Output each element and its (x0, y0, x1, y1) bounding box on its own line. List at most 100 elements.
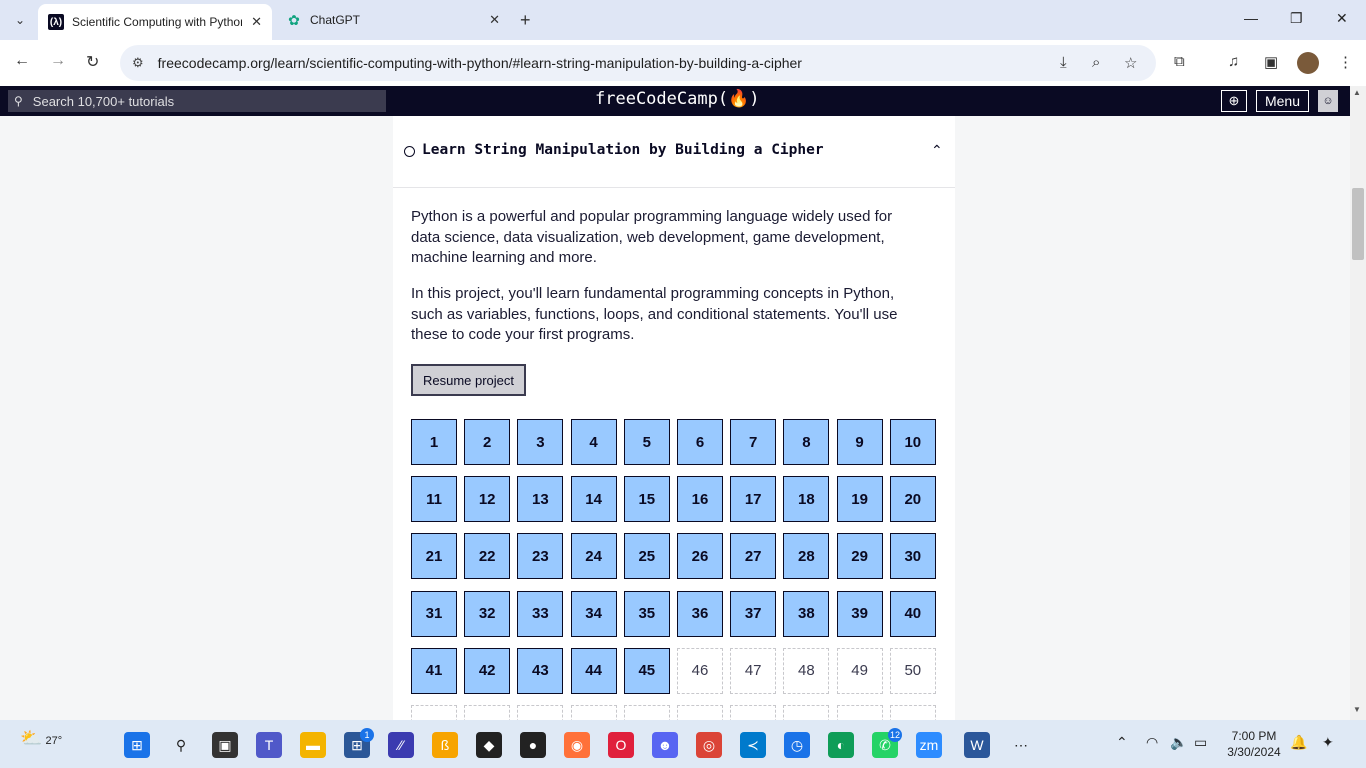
block-header[interactable]: Learn String Manipulation by Building a … (393, 116, 955, 188)
step-button[interactable]: 4 (570, 419, 617, 465)
vscode-icon[interactable]: ≺ (740, 732, 766, 758)
collapse-caret-icon[interactable]: ⌃ (931, 142, 943, 159)
start-windows-icon[interactable]: ⊞ (124, 732, 150, 758)
github-icon[interactable]: ● (520, 732, 546, 758)
step-button-offscreen[interactable] (464, 705, 511, 720)
volume-icon[interactable]: 🔈 (1170, 734, 1187, 751)
step-button[interactable]: 18 (783, 476, 830, 523)
step-button[interactable]: 16 (677, 476, 723, 523)
back-icon[interactable]: ← (14, 52, 30, 70)
step-button[interactable]: 38 (783, 590, 830, 637)
step-button[interactable]: 29 (836, 533, 883, 580)
step-button[interactable]: 26 (677, 533, 723, 580)
forward-icon[interactable]: → (50, 52, 66, 70)
step-button-offscreen[interactable] (889, 705, 936, 720)
step-button[interactable]: 23 (517, 533, 564, 580)
scroll-down-icon[interactable]: ▼ (1353, 705, 1361, 714)
search-input[interactable]: ⚲ Search 10,700+ tutorials (8, 90, 386, 112)
discord-icon[interactable]: ☻ (652, 732, 678, 758)
browser-menu-icon[interactable]: ⋮ (1338, 53, 1353, 71)
copilot-icon[interactable]: ✦ (1322, 734, 1334, 751)
step-button[interactable]: 2 (464, 419, 511, 465)
file-explorer-icon[interactable]: ▬ (300, 732, 326, 758)
zoom-app-icon[interactable]: zm (916, 732, 942, 758)
app-icon-blue[interactable]: ◷ (784, 732, 810, 758)
menu-button[interactable]: Menu (1256, 90, 1309, 112)
opera-icon[interactable]: O (608, 732, 634, 758)
figma-icon[interactable]: ◆ (476, 732, 502, 758)
step-button[interactable]: 10 (889, 419, 936, 465)
resume-project-button[interactable]: Resume project (411, 364, 526, 396)
step-button[interactable]: 41 (411, 647, 457, 694)
wifi-icon[interactable]: ◠ (1146, 734, 1158, 751)
step-button[interactable]: 36 (677, 590, 723, 637)
reload-icon[interactable]: ↻ (86, 52, 99, 72)
step-button[interactable]: 7 (730, 419, 777, 465)
task-view-icon[interactable]: ▣ (212, 732, 238, 758)
tab-scientific-computing[interactable]: (λ) Scientific Computing with Python ✕ (38, 4, 272, 40)
language-globe-icon[interactable]: ⊕ (1221, 90, 1247, 112)
clock[interactable]: 7:00 PM 3/30/2024 (1224, 728, 1284, 760)
step-button[interactable]: 43 (517, 647, 564, 694)
bookmark-star-icon[interactable]: ☆ (1124, 54, 1137, 72)
tab-chatgpt[interactable]: ✿ ChatGPT ✕ (276, 4, 510, 36)
step-button[interactable]: 3 (517, 419, 564, 465)
scroll-up-icon[interactable]: ▲ (1353, 88, 1361, 97)
step-button[interactable]: 39 (836, 590, 883, 637)
scrollbar-thumb[interactable] (1352, 188, 1364, 260)
extensions-icon[interactable]: ⧉ (1174, 53, 1185, 70)
step-button[interactable]: 47 (730, 647, 777, 694)
tab-search-icon[interactable]: ⌄ (8, 8, 32, 32)
step-button[interactable]: 42 (464, 647, 511, 694)
step-button[interactable]: 25 (623, 533, 670, 580)
step-button[interactable]: 22 (464, 533, 511, 580)
step-button[interactable]: 5 (623, 419, 670, 465)
step-button[interactable]: 28 (783, 533, 830, 580)
step-button[interactable]: 12 (464, 476, 511, 523)
close-tab-icon[interactable]: ✕ (489, 12, 500, 28)
weather-widget[interactable]: ⛅ 27° (20, 728, 62, 749)
step-button[interactable]: 45 (623, 647, 670, 694)
notification-bell-icon[interactable]: 🔔 (1290, 734, 1307, 751)
step-button-offscreen[interactable] (783, 705, 830, 720)
step-button-offscreen[interactable] (517, 705, 564, 720)
restore-icon[interactable]: ❐ (1290, 10, 1303, 27)
show-hidden-icons-icon[interactable]: ⌃ (1116, 734, 1128, 751)
word-icon[interactable]: W (964, 732, 990, 758)
freecodecamp-logo[interactable]: freeCodeCamp(🔥) (595, 89, 759, 109)
new-tab-icon[interactable]: + (520, 10, 531, 31)
step-button[interactable]: 14 (570, 476, 617, 523)
step-button[interactable]: 46 (677, 647, 723, 694)
zoom-icon[interactable]: ⌕ (1092, 54, 1100, 71)
step-button[interactable]: 35 (623, 590, 670, 637)
step-button[interactable]: 6 (677, 419, 723, 465)
edge-icon[interactable]: ◐ (828, 732, 854, 758)
step-button[interactable]: 34 (570, 590, 617, 637)
step-button[interactable]: 13 (517, 476, 564, 523)
step-button[interactable]: 40 (889, 590, 936, 637)
step-button[interactable]: 19 (836, 476, 883, 523)
step-button[interactable]: 21 (411, 533, 457, 580)
step-button[interactable]: 9 (836, 419, 883, 465)
minimize-icon[interactable]: — (1244, 10, 1258, 26)
step-button[interactable]: 11 (411, 476, 457, 523)
app-icon-b[interactable]: ß (432, 732, 458, 758)
profile-avatar[interactable] (1297, 52, 1319, 74)
media-control-icon[interactable]: ♫ (1228, 53, 1239, 70)
step-button[interactable]: 44 (570, 647, 617, 694)
step-button[interactable]: 30 (889, 533, 936, 580)
more-apps-icon[interactable]: ⋯ (1008, 732, 1034, 758)
step-button[interactable]: 50 (889, 647, 936, 694)
step-button[interactable]: 32 (464, 590, 511, 637)
step-button[interactable]: 24 (570, 533, 617, 580)
close-tab-icon[interactable]: ✕ (251, 14, 262, 30)
chrome-icon[interactable]: ◎ (696, 732, 722, 758)
install-app-icon[interactable]: ⤓ (1060, 54, 1067, 71)
teams-icon[interactable]: T (256, 732, 282, 758)
step-button[interactable]: 15 (623, 476, 670, 523)
step-button[interactable]: 31 (411, 590, 457, 637)
search-taskbar-icon[interactable]: ⚲ (168, 732, 194, 758)
step-button[interactable]: 20 (889, 476, 936, 523)
close-window-icon[interactable]: ✕ (1336, 10, 1348, 27)
step-button[interactable]: 49 (836, 647, 883, 694)
